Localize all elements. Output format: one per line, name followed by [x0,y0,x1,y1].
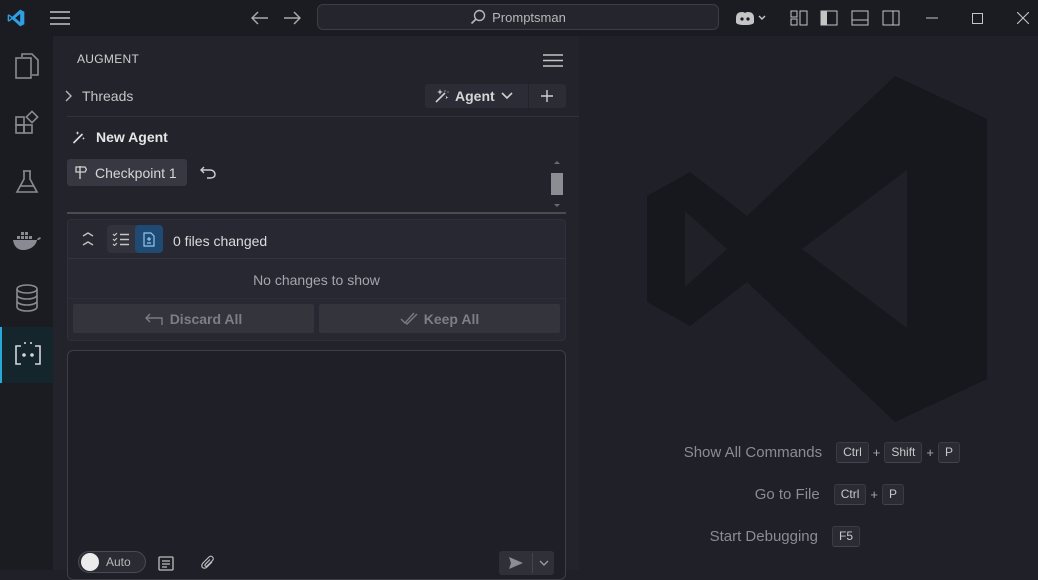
plus-icon [541,90,553,102]
search-text: Promptsman [492,9,566,25]
magic-wand-icon [434,88,449,104]
back-arrow-icon[interactable] [248,6,272,30]
new-thread-plus-button[interactable] [529,84,565,108]
divider [68,298,565,299]
divider [68,258,565,259]
maximize-icon[interactable] [965,6,989,30]
close-icon[interactable] [1011,6,1035,30]
send-button-group [499,551,554,575]
panel-menu-icon[interactable] [541,50,565,70]
vscode-watermark-logo-icon [645,74,990,424]
double-check-icon [400,312,418,326]
augment-panel: AUGMENT Threads Agent New Agent Checkpoi… [53,36,579,580]
return-arrow-icon [144,312,165,326]
editor-area: Show All Commands Ctrl + Shift + P Go to… [579,36,1038,570]
forward-arrow-icon[interactable] [280,6,304,30]
copilot-icon[interactable] [731,6,771,30]
panel-title: AUGMENT [77,52,140,66]
activity-bar [0,36,53,570]
customize-layout-icon[interactable] [787,6,811,30]
no-changes-label: No changes to show [253,272,380,288]
shortcut-label: Go to File [754,486,820,503]
menu-icon[interactable] [48,6,72,30]
note-icon[interactable] [156,554,176,572]
chevron-down-icon [501,92,513,100]
vscode-logo-icon [4,6,28,30]
collapse-chevrons-icon[interactable] [78,229,98,249]
minimize-icon[interactable] [920,6,944,30]
key-cap: Shift [884,442,923,463]
new-agent-label: New Agent [96,129,168,145]
agent-dropdown-label: Agent [455,88,495,104]
search-icon [470,9,486,25]
key-cap: Ctrl [833,484,867,505]
checkpoint-label: Checkpoint 1 [95,164,177,181]
key-cap: F5 [831,526,860,547]
discard-all-button[interactable]: Discard All [73,304,314,333]
auto-toggle-label: Auto [106,555,131,569]
shortcut-go-to-file: Go to File Ctrl + P [755,484,904,505]
file-diff-view-icon[interactable] [135,225,163,253]
threads-label: Threads [82,88,134,104]
shortcut-label: Show All Commands [683,444,823,461]
send-options-chevron-icon[interactable] [533,551,554,575]
undo-checkpoint-icon[interactable] [198,163,218,181]
extensions-icon[interactable] [0,96,53,152]
shortcut-label: Start Debugging [709,528,818,545]
database-icon[interactable] [0,270,53,326]
new-agent-header: New Agent [71,129,168,145]
paperclip-icon[interactable] [198,554,218,572]
title-bar: Promptsman [0,0,1038,36]
threads-toggle[interactable]: Threads [63,86,133,106]
view-toggle-group [107,225,163,253]
docker-icon[interactable] [0,212,53,268]
toggle-secondary-sidebar-icon[interactable] [879,6,903,30]
key-cap: Ctrl [836,442,869,463]
testing-flask-icon[interactable] [0,154,53,210]
augment-icon[interactable] [0,327,53,383]
chevron-right-icon [63,90,73,102]
files-changed-card: 0 files changed No changes to show Disca… [67,219,566,341]
key-cap: P [937,442,960,463]
divider [67,212,566,214]
checkpoint-button[interactable]: Checkpoint 1 [67,159,187,186]
signpost-icon [75,165,87,180]
magic-wand-icon [71,130,87,145]
command-center-search[interactable]: Promptsman [317,4,719,30]
chat-input-box[interactable] [67,350,566,580]
keep-all-button[interactable]: Keep All [319,304,560,333]
chat-scrollbar[interactable] [551,159,563,209]
toggle-panel-icon[interactable] [848,6,872,30]
shortcut-show-all-commands: Show All Commands Ctrl + Shift + P [684,442,960,463]
discard-all-label: Discard All [169,310,243,327]
divider [67,116,579,117]
shortcut-start-debugging: Start Debugging F5 [710,526,860,547]
key-cap: P [881,484,904,505]
list-view-icon[interactable] [107,225,135,253]
keep-all-label: Keep All [423,310,480,327]
toggle-knob [81,553,99,571]
send-icon[interactable] [499,551,532,575]
agent-dropdown[interactable]: Agent [425,84,525,108]
agent-mode-selector: Agent [425,84,566,108]
explorer-icon[interactable] [0,38,53,94]
toggle-primary-sidebar-icon[interactable] [817,6,841,30]
files-changed-label: 0 files changed [173,233,268,249]
